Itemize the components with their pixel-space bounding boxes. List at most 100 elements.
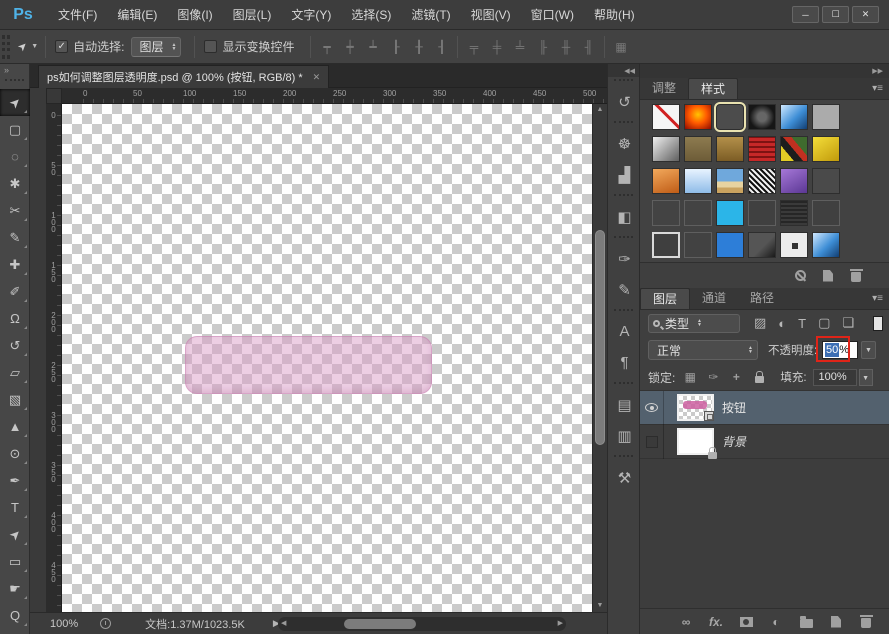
opacity-dropdown-icon[interactable] — [861, 341, 876, 359]
align-vertical-centers-icon[interactable]: ┿ — [341, 39, 358, 55]
style-swatch-dotted-dark[interactable] — [780, 200, 808, 226]
styles-panel-menu-icon[interactable] — [872, 78, 883, 99]
tab-adjustments[interactable]: 调整 — [640, 78, 688, 99]
menu-select[interactable]: 选择(S) — [341, 2, 401, 27]
tool-presets-panel-icon[interactable]: ⚒ — [608, 462, 641, 493]
align-left-edges-icon[interactable]: ┠ — [387, 39, 404, 55]
tab-close-icon[interactable] — [313, 72, 321, 83]
align-right-edges-icon[interactable]: ┨ — [433, 39, 450, 55]
lock-all-icon[interactable] — [752, 369, 766, 385]
scroll-down-icon[interactable]: ▼ — [593, 600, 607, 612]
histogram-panel-icon[interactable]: ▟ — [608, 159, 641, 190]
style-swatch-rounded-outline-selected[interactable] — [716, 104, 744, 130]
style-swatch-white-dot[interactable] — [780, 232, 808, 258]
shape-tool[interactable]: ▭ — [0, 548, 30, 575]
style-swatch-faint-outline-1[interactable] — [748, 200, 776, 226]
menu-type[interactable]: 文字(Y) — [281, 2, 341, 27]
style-swatch-white-outline[interactable] — [652, 232, 680, 258]
filter-pixel-layers-icon[interactable]: ▨ — [754, 315, 766, 331]
new-adjustment-layer-icon[interactable]: ◐ — [769, 614, 783, 630]
auto-align-layers-icon[interactable]: ▦ — [612, 39, 629, 55]
style-swatch-faint-outline-2[interactable] — [812, 200, 840, 226]
brush-panel-icon[interactable]: ✑ — [608, 243, 641, 274]
marquee-tool[interactable]: ▢ — [0, 116, 30, 143]
canvas-button-shape[interactable] — [185, 336, 432, 394]
blend-mode-dropdown[interactable]: 正常 — [648, 340, 758, 360]
style-swatch-soft-shadow[interactable] — [748, 232, 776, 258]
fill-value-field[interactable]: 100% — [813, 369, 857, 386]
layer-name[interactable]: 背景 — [722, 433, 746, 450]
distribute-top-edges-icon[interactable]: ╤ — [465, 39, 482, 55]
window-minimize-button[interactable]: ─ — [792, 6, 819, 23]
filter-adjustment-layers-icon[interactable]: ◐ — [778, 316, 786, 331]
tab-paths[interactable]: 路径 — [738, 288, 786, 309]
style-swatch-orange-gradient[interactable] — [652, 168, 680, 194]
lasso-tool[interactable]: ◌ — [0, 143, 30, 170]
fill-dropdown-icon[interactable] — [859, 369, 873, 386]
style-swatch-blue-gloss-2[interactable] — [812, 232, 840, 258]
filter-shape-layers-icon[interactable]: ▢ — [818, 315, 830, 331]
style-swatch-halftone-pattern[interactable] — [748, 168, 776, 194]
visibility-toggle[interactable] — [640, 391, 664, 425]
canvas[interactable] — [62, 104, 592, 612]
align-horizontal-centers-icon[interactable]: ╂ — [410, 39, 427, 55]
align-top-edges-icon[interactable]: ┯ — [318, 39, 335, 55]
dock-collapse-icon[interactable] — [640, 64, 889, 78]
document-tab[interactable]: ps如何调整图层透明度.psd @ 100% (按钮, RGB/8) * — [38, 65, 329, 88]
new-group-icon[interactable] — [799, 614, 813, 630]
style-swatch-cyan-solid[interactable] — [716, 200, 744, 226]
new-style-icon[interactable] — [821, 268, 835, 284]
scroll-up-icon[interactable]: ▲ — [593, 104, 607, 116]
style-swatch-gold-tan[interactable] — [716, 136, 744, 162]
paragraph-panel-icon[interactable]: ¶ — [608, 347, 641, 378]
style-swatch-blue-solid[interactable] — [716, 232, 744, 258]
filter-toggle-switch[interactable] — [873, 316, 883, 331]
blur-tool[interactable]: ▲ — [0, 413, 30, 440]
tab-channels[interactable]: 通道 — [690, 288, 738, 309]
dock-expand-icon[interactable] — [608, 64, 639, 77]
history-panel-icon[interactable]: ↺ — [608, 86, 641, 117]
path-selection-tool[interactable]: ➤ — [0, 521, 30, 548]
brush-presets-panel-icon[interactable]: ✎ — [608, 274, 641, 305]
style-swatch-sky-landscape[interactable] — [716, 168, 744, 194]
zoom-tool[interactable]: Q — [0, 602, 30, 629]
layer-thumbnail[interactable] — [677, 394, 714, 421]
menu-layer[interactable]: 图层(L) — [223, 2, 282, 27]
link-layers-icon[interactable]: ∞ — [679, 614, 693, 630]
tab-styles[interactable]: 样式 — [688, 78, 738, 99]
menu-edit[interactable]: 编辑(E) — [107, 2, 167, 27]
layers-panel-menu-icon[interactable] — [872, 288, 883, 309]
layer-comps-panel-icon[interactable]: ▤ — [608, 389, 641, 420]
window-maximize-button[interactable]: ☐ — [822, 6, 849, 23]
style-swatch-silver-gradient[interactable] — [652, 136, 680, 162]
history-brush-tool[interactable]: ↺ — [0, 332, 30, 359]
crop-tool[interactable]: ✂ — [0, 197, 30, 224]
eraser-tool[interactable]: ▱ — [0, 359, 30, 386]
style-swatch-blue-gloss[interactable] — [780, 104, 808, 130]
distribute-horizontal-centers-icon[interactable]: ╫ — [557, 39, 574, 55]
delete-layer-icon[interactable] — [859, 614, 873, 630]
auto-select-checkbox[interactable]: ✓ — [55, 40, 68, 53]
scroll-right-icon[interactable] — [558, 617, 563, 631]
menu-filter[interactable]: 滤镜(T) — [401, 2, 460, 27]
magic-wand-tool[interactable]: ✱ — [0, 170, 30, 197]
filter-smart-objects-icon[interactable]: ❏ — [842, 315, 854, 331]
auto-select-target-dropdown[interactable]: 图层 — [131, 37, 182, 57]
clone-stamp-tool[interactable]: Ω — [0, 305, 30, 332]
menu-help[interactable]: 帮助(H) — [584, 2, 645, 27]
healing-brush-tool[interactable]: ✚ — [0, 251, 30, 278]
style-swatch-red-orange-glow[interactable] — [684, 104, 712, 130]
layer-row-button[interactable]: 按钮 — [640, 391, 889, 425]
style-swatch-dark-ring[interactable] — [748, 104, 776, 130]
menu-file[interactable]: 文件(F) — [48, 2, 107, 27]
show-transform-checkbox[interactable]: ✓ — [204, 40, 217, 53]
scroll-left-icon[interactable] — [281, 617, 286, 631]
filter-kind-dropdown[interactable]: 类型 — [648, 314, 740, 333]
align-bottom-edges-icon[interactable]: ┷ — [364, 39, 381, 55]
distribute-vertical-centers-icon[interactable]: ╪ — [488, 39, 505, 55]
menu-view[interactable]: 视图(V) — [461, 2, 521, 27]
lock-image-icon[interactable]: ✑ — [706, 369, 720, 385]
tab-layers[interactable]: 图层 — [640, 288, 690, 309]
new-layer-icon[interactable] — [829, 614, 843, 630]
notes-panel-icon[interactable]: ▥ — [608, 420, 641, 451]
